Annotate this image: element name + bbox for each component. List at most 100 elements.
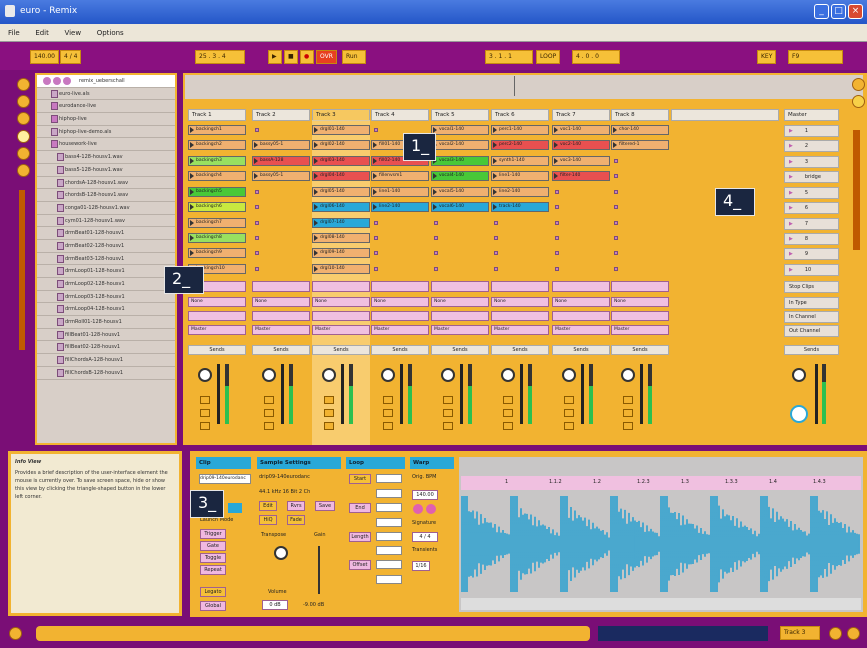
- info-toggle-icon[interactable]: [9, 627, 22, 640]
- empty-clip-slot[interactable]: [374, 221, 378, 225]
- track-activator[interactable]: [564, 396, 574, 404]
- clip-slot[interactable]: vocal6-140: [431, 202, 489, 212]
- menu-edit[interactable]: Edit: [35, 29, 49, 37]
- track-header[interactable]: Track 1: [188, 109, 246, 121]
- maximize-button[interactable]: □: [831, 4, 846, 19]
- loop-end-button[interactable]: End: [349, 503, 371, 513]
- browser-scrollbar[interactable]: [19, 190, 25, 350]
- send-knob[interactable]: [621, 368, 635, 382]
- browser-item[interactable]: eurodance-live: [37, 100, 175, 114]
- volume-fader[interactable]: [460, 364, 463, 424]
- launch-mode-trigger[interactable]: Trigger: [200, 529, 226, 539]
- empty-clip-slot[interactable]: [255, 267, 259, 271]
- empty-clip-slot[interactable]: [614, 205, 618, 209]
- volume-fader[interactable]: [581, 364, 584, 424]
- clip-slot[interactable]: drgl06-140: [312, 202, 370, 212]
- empty-clip-slot[interactable]: [555, 221, 559, 225]
- input-type[interactable]: None: [188, 297, 246, 307]
- reverse-button[interactable]: Rvrs: [287, 501, 305, 511]
- clip-slot[interactable]: line1-140: [491, 171, 549, 181]
- empty-clip-slot[interactable]: [555, 267, 559, 271]
- output-type[interactable]: Master: [371, 325, 429, 335]
- overdub-button[interactable]: OVR: [316, 50, 337, 64]
- arm-button[interactable]: [623, 422, 633, 430]
- output-type[interactable]: Master: [552, 325, 610, 335]
- scene-launch[interactable]: ▶ 7: [784, 218, 839, 230]
- track-header[interactable]: Track 2: [252, 109, 310, 121]
- clip-slot[interactable]: drgl04-140: [312, 171, 370, 181]
- solo-button[interactable]: [200, 409, 210, 417]
- output-type[interactable]: Master: [431, 325, 489, 335]
- input-channel[interactable]: [371, 311, 429, 321]
- menu-view[interactable]: View: [64, 29, 81, 37]
- signature-field[interactable]: 4 / 4: [60, 50, 82, 64]
- master-pan-knob[interactable]: [792, 368, 806, 382]
- browser-prev-icon[interactable]: [17, 112, 30, 125]
- clip-slot[interactable]: drgl07-140: [312, 218, 370, 228]
- legato-button[interactable]: Legato: [200, 587, 226, 597]
- browser-item[interactable]: housework-live: [37, 138, 175, 152]
- volume-fader[interactable]: [217, 364, 220, 424]
- loop-value-field[interactable]: [376, 503, 402, 512]
- run-mode[interactable]: Run: [342, 50, 366, 64]
- clip-slot[interactable]: backingch7: [188, 218, 246, 228]
- browser-toggle-icon[interactable]: [17, 78, 30, 91]
- clip-slot[interactable]: synth1-140: [491, 156, 549, 166]
- browser-item[interactable]: bass4-128-housv1.wav: [37, 151, 175, 164]
- browser-parent-icon[interactable]: [63, 77, 71, 85]
- solo-button[interactable]: [443, 409, 453, 417]
- gain-slider[interactable]: [318, 546, 320, 594]
- output-type[interactable]: Master: [491, 325, 549, 335]
- volume-fader[interactable]: [281, 364, 284, 424]
- volume-fader[interactable]: [520, 364, 523, 424]
- empty-clip-slot[interactable]: [255, 251, 259, 255]
- empty-clip-slot[interactable]: [614, 236, 618, 240]
- clip-slot[interactable]: fillenvsm1: [371, 171, 429, 181]
- browser-item[interactable]: fillBeat01-128-housv1: [37, 329, 175, 342]
- input-channel[interactable]: [431, 311, 489, 321]
- empty-clip-slot[interactable]: [434, 251, 438, 255]
- loop-value-field[interactable]: [376, 489, 402, 498]
- clip-slot[interactable]: chor-140: [611, 125, 669, 135]
- browser-item[interactable]: chordsA-128-housv1.wav: [37, 177, 175, 190]
- clip-slot[interactable]: voc1-140: [552, 125, 610, 135]
- send-knob[interactable]: [562, 368, 576, 382]
- master-header[interactable]: Master: [784, 109, 839, 121]
- browser-item[interactable]: bass5-128-housv1.wav: [37, 164, 175, 177]
- empty-clip-slot[interactable]: [494, 251, 498, 255]
- empty-clip-slot[interactable]: [255, 236, 259, 240]
- arm-button[interactable]: [324, 422, 334, 430]
- launch-mode-repeat[interactable]: Repeat: [200, 565, 226, 575]
- empty-clip-slot[interactable]: [555, 190, 559, 194]
- clip-slot[interactable]: voc2-140: [552, 140, 610, 150]
- solo-button[interactable]: [383, 409, 393, 417]
- send-knob[interactable]: [262, 368, 276, 382]
- browser-item[interactable]: fillChordsA-128-housv1: [37, 354, 175, 367]
- volume-fader[interactable]: [341, 364, 344, 424]
- scene-launch[interactable]: ▶ 6: [784, 202, 839, 214]
- detail-toggle-icon[interactable]: [829, 627, 842, 640]
- menu-options[interactable]: Options: [97, 29, 124, 37]
- track-activator[interactable]: [200, 396, 210, 404]
- clip-slot[interactable]: line1-140: [371, 187, 429, 197]
- session-scrollbar[interactable]: [853, 130, 860, 250]
- empty-clip-slot[interactable]: [555, 251, 559, 255]
- clip-slot[interactable]: line2-140: [491, 187, 549, 197]
- browser-item[interactable]: cym01-128-housv1.wav: [37, 215, 175, 228]
- loop-value-field[interactable]: [376, 560, 402, 569]
- browser-filter-icon[interactable]: [17, 95, 30, 108]
- empty-clip-slot[interactable]: [255, 190, 259, 194]
- clip-slot[interactable]: drgl10-140: [312, 264, 370, 274]
- launch-mode-toggle[interactable]: Toggle: [200, 553, 226, 563]
- browser-item[interactable]: conga01-128-housv1.wav: [37, 202, 175, 215]
- track-header[interactable]: Track 8: [611, 109, 669, 121]
- clip-slot[interactable]: backingch8: [188, 233, 246, 243]
- clip-slot[interactable]: backingch3: [188, 156, 246, 166]
- empty-clip-slot[interactable]: [494, 221, 498, 225]
- track-header[interactable]: Track 4: [371, 109, 429, 121]
- clip-slot[interactable]: filter-140: [552, 171, 610, 181]
- browser-item[interactable]: drmBeat03-128-housv1: [37, 253, 175, 266]
- output-type[interactable]: Master: [252, 325, 310, 335]
- empty-clip-slot[interactable]: [374, 128, 378, 132]
- scene-launch[interactable]: ▶ 1: [784, 125, 839, 137]
